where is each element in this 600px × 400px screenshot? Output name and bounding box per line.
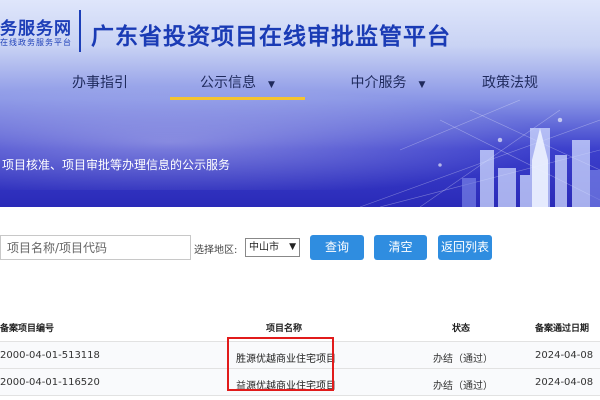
column-header-code: 备案项目编号	[0, 324, 55, 334]
nav-item-policies[interactable]: 政策法规	[480, 70, 540, 102]
cell-status: 办结（通过）	[433, 354, 493, 365]
highlight-annotation-box	[227, 337, 334, 391]
cell-project-code: 2000-04-01-513118	[0, 350, 100, 361]
cell-date: 2024-04-08	[535, 377, 594, 388]
site-header: 务服务网 在线政务服务平台 广东省投资项目在线审批监管平台	[0, 8, 600, 52]
nav-item-label: 政策法规	[482, 75, 538, 91]
cell-date: 2024-04-08	[535, 350, 594, 361]
column-header-status: 状态	[452, 324, 471, 334]
header-divider	[79, 10, 81, 52]
search-bar: 选择地区: 中山市 ▼ 查询 清空 返回列表	[0, 235, 600, 261]
nav-item-guide[interactable]: 办事指引	[70, 70, 130, 102]
cell-status: 办结（通过）	[433, 381, 493, 392]
region-label: 选择地区:	[194, 245, 238, 256]
column-header-date: 备案通过日期	[535, 324, 590, 334]
region-select[interactable]: 中山市 ▼	[245, 238, 300, 257]
caret-down-icon: ▼	[418, 80, 426, 90]
site-logo-text[interactable]: 务服务网	[0, 14, 72, 39]
dropdown-arrow-icon: ▼	[289, 242, 296, 252]
caret-down-icon: ▼	[268, 80, 275, 90]
nav-item-label: 办事指引	[72, 75, 128, 91]
nav-item-public-info[interactable]: 公示信息 ▼	[170, 70, 305, 102]
query-button[interactable]: 查询	[310, 235, 364, 260]
platform-title: 广东省投资项目在线审批监管平台	[91, 24, 451, 50]
banner-tagline: 项目核准、项目审批等办理信息的公示服务	[2, 158, 231, 172]
main-nav: 办事指引 公示信息 ▼ 中介服务 ▼ 政策法规	[0, 70, 600, 102]
hero-banner: 务服务网 在线政务服务平台 广东省投资项目在线审批监管平台 办事指引 公示信息 ▼…	[0, 0, 600, 207]
clear-button[interactable]: 清空	[374, 235, 427, 260]
project-search-input[interactable]	[0, 235, 191, 260]
region-select-value: 中山市	[249, 242, 279, 253]
nav-item-label: 公示信息	[200, 75, 257, 91]
column-header-name: 项目名称	[266, 324, 303, 334]
nav-item-label: 中介服务	[350, 75, 407, 91]
cell-project-code: 2000-04-01-116520	[0, 377, 100, 388]
site-logo-subtitle: 在线政务服务平台	[0, 38, 72, 47]
nav-item-agency-services[interactable]: 中介服务 ▼	[343, 70, 433, 102]
back-to-list-button[interactable]: 返回列表	[438, 235, 492, 260]
